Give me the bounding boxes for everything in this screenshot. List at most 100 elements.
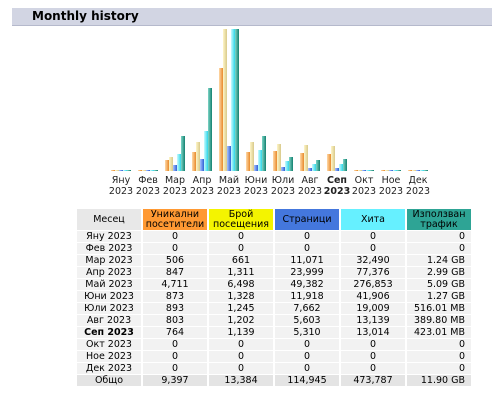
bar-visitors-4: [192, 152, 196, 171]
total-hits: 473,787: [341, 375, 405, 386]
bar-visitors-12: [408, 170, 412, 171]
x-tick-month: Дек: [408, 175, 427, 186]
x-tick-year: 2023: [109, 186, 133, 197]
x-tick-year: 2023: [271, 186, 295, 197]
cell-visits: 0: [209, 243, 273, 254]
cell-bandwidth: 0: [407, 363, 471, 374]
bar-hits-6: [258, 150, 262, 171]
cell-pages: 0: [275, 243, 339, 254]
cell-pages: 0: [275, 363, 339, 374]
x-tick-month: Авг: [301, 175, 318, 186]
cell-visits: 0: [209, 351, 273, 362]
cell-visitors: 803: [143, 315, 207, 326]
bar-pages-3: [173, 165, 177, 171]
total-bandwidth: 11.90 GB: [407, 375, 471, 386]
bar-bandwidth-8: [316, 160, 320, 171]
bar-pages-7: [281, 167, 285, 171]
cell-visits: 1,328: [209, 291, 273, 302]
monthly-history-chart: Яну2023Фев2023Мар2023Апр2023Май2023Юни20…: [109, 29, 430, 197]
bar-pages-10: [362, 170, 366, 171]
cell-bandwidth: 389.80 MB: [407, 315, 471, 326]
cell-month: Юли 2023: [77, 303, 141, 314]
cell-visitors: 0: [143, 363, 207, 374]
cell-month: Фев 2023: [77, 243, 141, 254]
bar-hits-3: [177, 154, 181, 171]
bar-bandwidth-11: [397, 170, 401, 171]
bar-visitors-11: [381, 170, 385, 171]
bar-pages-1: [119, 170, 123, 171]
bar-pages-8: [308, 168, 312, 171]
bar-visitors-3: [165, 160, 169, 171]
cell-bandwidth: 2.99 GB: [407, 267, 471, 278]
cell-visitors: 0: [143, 243, 207, 254]
col-visits-header: Брой посещения: [209, 209, 273, 230]
bar-visits-9: [331, 146, 335, 171]
cell-bandwidth: 1.24 GB: [407, 255, 471, 266]
table-row: Фев 2023 0 0 0 0 0: [77, 243, 471, 254]
bar-hits-1: [123, 170, 127, 171]
bar-visitors-1: [111, 170, 115, 171]
cell-visitors: 847: [143, 267, 207, 278]
bar-visitors-8: [300, 153, 304, 171]
table-row: Сеп 2023 764 1,139 5,310 13,014 423.01 MB: [77, 327, 471, 338]
cell-pages: 7,662: [275, 303, 339, 314]
bar-bandwidth-10: [370, 170, 374, 171]
cell-month: Яну 2023: [77, 231, 141, 242]
bar-hits-5: [231, 29, 235, 171]
bar-pages-2: [146, 170, 150, 171]
cell-bandwidth: 423.01 MB: [407, 327, 471, 338]
x-tick-month: Окт: [355, 175, 374, 186]
bar-pages-11: [389, 170, 393, 171]
bar-bandwidth-1: [127, 170, 131, 171]
x-tick-year: 2023: [379, 186, 403, 197]
x-tick-month: Апр: [193, 175, 212, 186]
cell-month: Сеп 2023: [77, 327, 141, 338]
table-row: Юли 2023 893 1,245 7,662 19,009 516.01 MB: [77, 303, 471, 314]
col-hits-header: Хита: [341, 209, 405, 230]
table-row: Апр 2023 847 1,311 23,999 77,376 2.99 GB: [77, 267, 471, 278]
cell-hits: 19,009: [341, 303, 405, 314]
bar-visits-2: [142, 170, 146, 171]
cell-bandwidth: 0: [407, 231, 471, 242]
cell-pages: 0: [275, 351, 339, 362]
cell-pages: 0: [275, 231, 339, 242]
x-tick-year: 2023: [163, 186, 187, 197]
bar-hits-4: [204, 131, 208, 171]
bar-visitors-9: [327, 154, 331, 171]
bar-hits-8: [312, 164, 316, 171]
total-label: Общо: [77, 375, 141, 386]
cell-visitors: 506: [143, 255, 207, 266]
total-visits: 13,384: [209, 375, 273, 386]
bar-bandwidth-7: [289, 157, 293, 171]
cell-hits: 13,014: [341, 327, 405, 338]
bar-visits-10: [358, 170, 362, 171]
bar-hits-9: [339, 164, 343, 171]
cell-month: Май 2023: [77, 279, 141, 290]
x-tick-month: Сеп: [327, 175, 347, 186]
table-row: Юни 2023 873 1,328 11,918 41,906 1.27 GB: [77, 291, 471, 302]
cell-visitors: 0: [143, 339, 207, 350]
bar-visits-5: [223, 29, 227, 171]
bar-bandwidth-3: [181, 136, 185, 171]
x-tick-month: Фев: [138, 175, 158, 186]
cell-visits: 0: [209, 339, 273, 350]
bar-bandwidth-5: [235, 29, 239, 171]
total-pages: 114,945: [275, 375, 339, 386]
bar-visits-8: [304, 145, 308, 171]
cell-visits: 1,139: [209, 327, 273, 338]
cell-bandwidth: 1.27 GB: [407, 291, 471, 302]
cell-pages: 0: [275, 339, 339, 350]
bar-pages-9: [335, 168, 339, 171]
cell-hits: 0: [341, 339, 405, 350]
bar-pages-4: [200, 159, 204, 171]
cell-visits: 661: [209, 255, 273, 266]
bar-bandwidth-12: [424, 170, 428, 171]
bar-visitors-5: [219, 68, 223, 171]
bar-visitors-2: [138, 170, 142, 171]
bar-hits-10: [366, 170, 370, 171]
bar-visitors-7: [273, 151, 277, 171]
bar-hits-2: [150, 170, 154, 171]
bar-bandwidth-6: [262, 136, 266, 171]
cell-pages: 11,918: [275, 291, 339, 302]
cell-visits: 1,245: [209, 303, 273, 314]
